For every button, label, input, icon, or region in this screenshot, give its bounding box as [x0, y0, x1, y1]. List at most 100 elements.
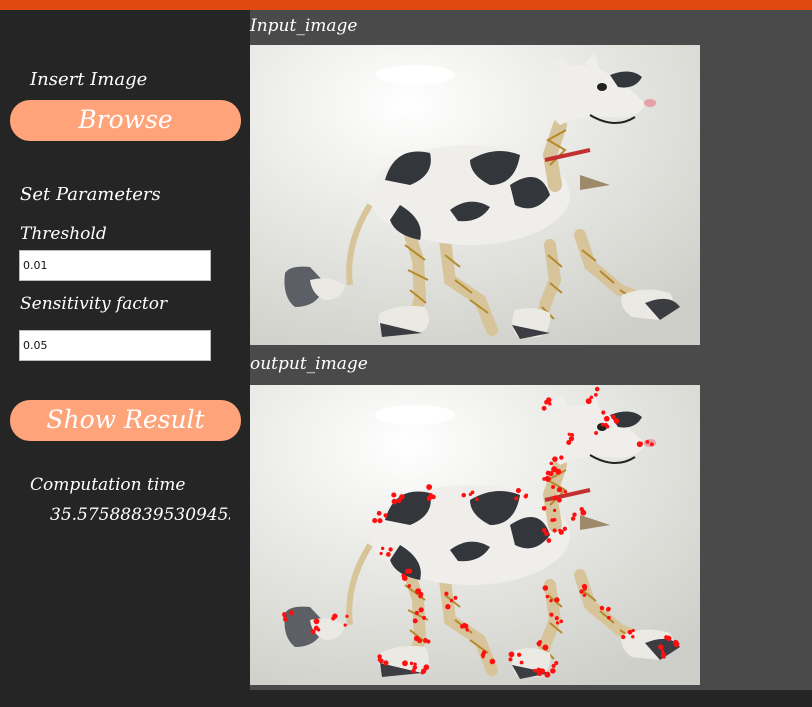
corner-marker: [627, 629, 633, 635]
corner-marker: [649, 442, 654, 447]
corner-marker: [519, 660, 524, 665]
corner-marker: [607, 615, 611, 620]
computation-time-label: Computation time: [30, 475, 186, 495]
corner-marker: [383, 513, 388, 518]
corner-marker: [380, 546, 385, 551]
corner-marker: [551, 484, 556, 489]
corner-marker: [407, 568, 413, 574]
corner-marker: [517, 652, 522, 657]
corner-marker: [551, 466, 558, 473]
corner-marker: [489, 658, 496, 665]
corner-marker: [412, 618, 418, 624]
cow-figure-corners-image: [250, 385, 700, 685]
corner-marker: [549, 461, 554, 466]
output-image-title: output_image: [250, 354, 368, 374]
corner-marker: [402, 660, 408, 667]
corner-marker: [461, 492, 466, 498]
show-result-button[interactable]: Show Result: [10, 400, 241, 441]
corner-marker: [552, 528, 557, 533]
corner-marker: [415, 588, 422, 595]
corner-marker: [532, 668, 537, 673]
corner-marker: [514, 496, 519, 501]
corner-marker: [376, 510, 382, 516]
corner-marker: [552, 518, 557, 522]
corner-marker: [605, 424, 610, 429]
corner-marker: [423, 638, 428, 643]
corner-marker: [544, 531, 549, 536]
corner-marker: [599, 605, 605, 611]
corner-marker: [412, 665, 418, 670]
corner-marker: [579, 589, 584, 594]
corner-marker: [508, 651, 515, 658]
corner-marker: [631, 635, 635, 639]
corner-marker: [556, 497, 562, 503]
corner-marker: [431, 494, 436, 500]
corner-marker: [603, 415, 610, 422]
corner-marker: [594, 386, 600, 392]
sensitivity-factor-label: Sensitivity factor: [20, 294, 168, 314]
corner-marker: [282, 616, 288, 622]
corner-marker: [645, 440, 650, 444]
corner-marker: [662, 655, 666, 659]
corner-marker: [549, 599, 553, 603]
corner-marker: [288, 610, 294, 616]
corner-marker: [282, 613, 287, 618]
bottom-strip: [250, 690, 812, 707]
window-titlebar: [0, 0, 812, 10]
corner-marker: [377, 518, 383, 524]
corner-marker: [566, 440, 572, 446]
corner-marker: [422, 615, 427, 620]
corner-marker: [379, 551, 383, 556]
browse-button[interactable]: Browse: [10, 100, 241, 141]
corner-marker: [463, 623, 469, 629]
corner-marker: [372, 518, 378, 524]
corner-marker: [388, 547, 393, 552]
corner-marker: [572, 512, 577, 517]
corner-marker: [539, 668, 546, 674]
corner-marker: [583, 586, 587, 591]
set-parameters-heading: Set Parameters: [20, 184, 161, 205]
corner-marker: [606, 606, 611, 612]
corner-marker: [377, 654, 382, 659]
corner-marker: [377, 658, 381, 662]
corner-marker: [549, 612, 554, 617]
corner-marker: [638, 441, 644, 447]
corner-marker: [593, 392, 598, 397]
corner-marker: [414, 610, 419, 615]
threshold-label: Threshold: [20, 224, 107, 244]
sensitivity-factor-input[interactable]: 0.05: [19, 330, 211, 361]
corner-marker: [409, 661, 414, 666]
corner-marker: [554, 616, 559, 621]
corner-marker: [570, 516, 576, 521]
corner-marker: [551, 663, 556, 669]
corner-marker: [481, 654, 485, 659]
corner-marker: [555, 621, 560, 625]
corner-marker: [420, 668, 427, 674]
input-image-title: Input_image: [250, 16, 358, 36]
corner-marker: [391, 498, 398, 505]
corner-marker: [546, 538, 552, 543]
corner-marker: [552, 495, 558, 501]
corner-marker: [552, 508, 557, 513]
input-image: [250, 45, 700, 345]
corner-marker: [515, 488, 521, 494]
corner-marker: [445, 603, 451, 610]
corner-marker: [542, 644, 549, 651]
corner-marker: [343, 623, 347, 627]
corner-marker: [611, 414, 616, 420]
corner-marker: [544, 671, 551, 678]
corner-marker: [585, 398, 592, 405]
corner-marker: [523, 494, 528, 499]
corner-marker: [558, 528, 562, 532]
corner-marker: [672, 639, 679, 646]
corner-marker: [508, 657, 513, 662]
corner-marker: [556, 487, 563, 493]
corner-marker: [660, 649, 665, 653]
threshold-input[interactable]: 0.01: [19, 250, 211, 281]
corner-marker: [468, 492, 473, 497]
corner-marker: [621, 634, 626, 640]
corner-marker: [666, 635, 672, 642]
corner-marker: [475, 497, 479, 502]
corner-marker: [444, 591, 449, 596]
corner-marker: [345, 614, 349, 618]
